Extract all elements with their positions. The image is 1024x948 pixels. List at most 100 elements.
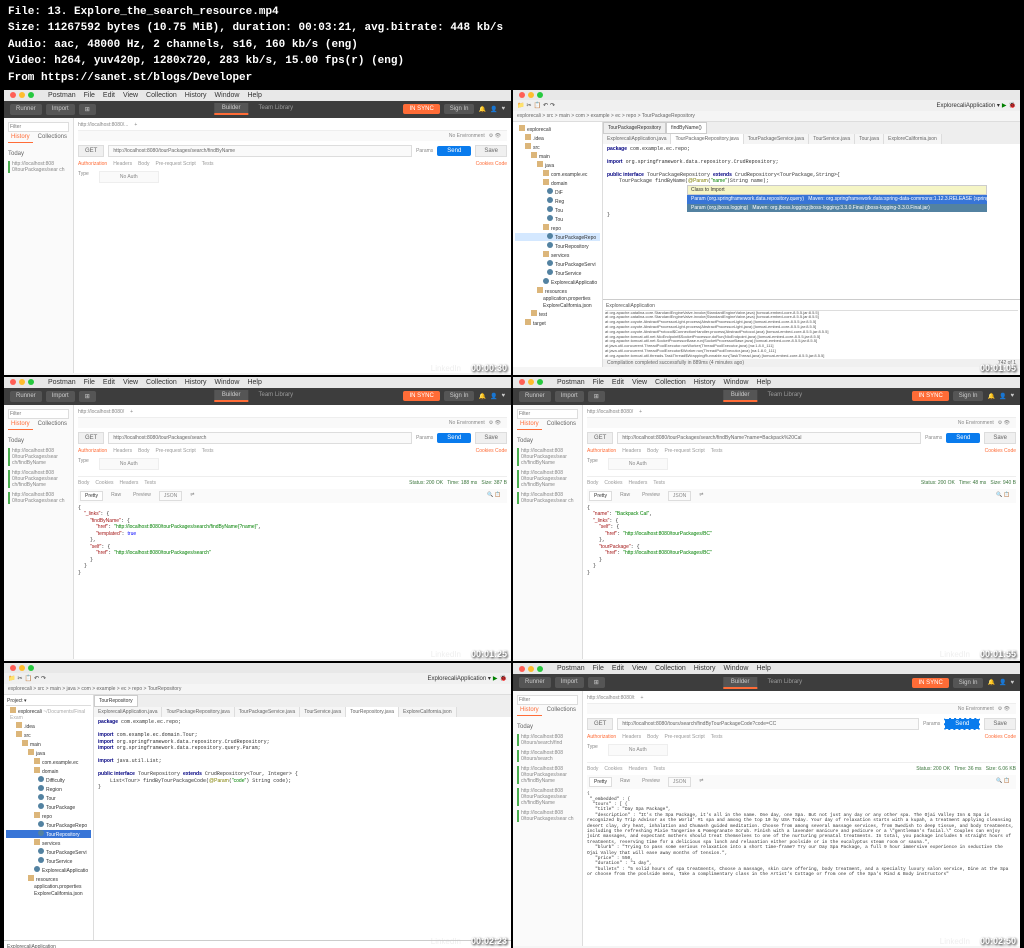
headers-tab[interactable]: Headers [113,161,132,167]
editor-tab[interactable]: TourService.java [300,707,346,717]
request-tab[interactable]: http://localhost:8080/ [78,409,124,415]
save-button[interactable]: Save [475,145,507,157]
project-tree[interactable]: Project ▾ explorecali ~/Documents/Final … [4,695,94,940]
history-item[interactable]: http://localhost:808 0/tourPackages/sear… [8,470,69,488]
url-input[interactable]: http://localhost:8080/tourPackages/searc… [108,432,412,444]
filter-input[interactable] [517,695,578,705]
history-item[interactable]: http://localhost:808 0/tourPackages/sear… [517,810,578,822]
import-button[interactable]: Import [555,391,584,402]
raw-button[interactable]: Raw [107,491,125,501]
sign-in-button[interactable]: Sign In [444,104,475,114]
editor-tab[interactable]: TourPackageService.java [744,134,809,144]
save-button[interactable]: Save [475,432,507,444]
history-item[interactable]: http://localhost:808 0/tourPackages/sear… [517,766,578,784]
auth-type-select[interactable]: No Auth [99,458,159,470]
method-select[interactable]: GET [78,145,104,157]
history-tab[interactable]: History [8,419,33,430]
filter-input[interactable] [517,409,578,419]
runner-button[interactable]: Runner [519,391,551,402]
project-tree[interactable]: explorecali .idea src main java com.exam… [513,122,603,367]
editor-tab[interactable]: ExploreCalifornia.json [884,134,942,144]
history-item[interactable]: http://localhost:808 0/tourPackages/sear… [517,470,578,488]
editor-tab[interactable]: TourService.java [809,134,855,144]
builder-tab[interactable]: Builder [214,390,249,402]
resp-body-tab[interactable]: Body [78,480,89,486]
history-tab[interactable]: History [8,132,33,143]
collections-tab[interactable]: Collections [35,419,70,430]
history-item[interactable]: http://localhost:808 0/tourPackages/sear… [517,448,578,466]
sign-in-button[interactable]: Sign In [953,391,984,401]
builder-tab[interactable]: Builder [214,103,249,115]
env-select[interactable]: No Environment [449,420,485,426]
filter-input[interactable] [8,122,69,132]
editor-tab[interactable]: TourRepository.java [346,707,399,717]
tests-tab[interactable]: Tests [202,161,214,167]
editor-tab[interactable]: TourPackageRepository.java [162,707,234,717]
menubar[interactable] [513,90,1020,100]
editor-tab[interactable]: TourPackageRepository.java [671,134,743,144]
collections-tab[interactable]: Collections [35,132,70,143]
history-item[interactable]: http://localhost:808 0/tourPackages/sear… [8,448,69,466]
editor-tab[interactable]: TourPackageService.java [235,707,300,717]
bell-icon[interactable]: 🔔 [478,106,485,113]
import-option[interactable]: Param (org.springframework.data.reposito… [687,195,987,204]
breadcrumb[interactable]: explorecali > src > main > java > com > … [4,684,511,695]
url-input[interactable]: http://localhost:8080/tours/search/findB… [617,718,919,730]
method-select[interactable]: GET [78,432,104,444]
menubar[interactable]: PostmanFileEditViewCollectionHistoryWind… [4,90,511,101]
sign-in-button[interactable]: Sign In [444,391,475,401]
import-button[interactable]: Import [555,677,584,688]
history-item[interactable]: http://localhost:808 0/tours/search [517,750,578,762]
import-option[interactable]: Param (org.jboss.logging) Maven: org.jbo… [687,204,987,213]
import-button[interactable]: Import [46,104,75,115]
team-library-tab[interactable]: Team Library [251,103,302,115]
prereq-tab[interactable]: Pre-request Script [156,161,196,167]
request-tab[interactable]: http://localhost:8080/t [587,695,635,701]
response-body[interactable]: { "_links": { "findByName": { "href": "h… [78,505,507,577]
history-item[interactable]: http://localhost:808 0/tourPackages/sear… [8,492,69,504]
params-button[interactable]: Params [416,435,433,441]
history-item[interactable]: http://localhost:808 0/tourPackages/sear… [517,492,578,504]
sign-in-button[interactable]: Sign In [953,678,984,688]
request-tab[interactable]: http://localhost:8080/ [587,409,633,415]
run-console[interactable]: ExplorecaliApplication at org.apache.cat… [603,299,1020,359]
ide-toolbar[interactable]: 📁✂📋↶↷ExplorecaliApplication ▾▶🐞 [513,100,1020,111]
breadcrumb[interactable]: explorecali > src > main > com > example… [513,111,1020,122]
send-button[interactable]: Send [437,146,471,156]
url-input[interactable]: http://localhost:8080/tourPackages/searc… [617,432,921,444]
runner-button[interactable]: Runner [519,677,551,688]
env-select[interactable]: No Environment [449,133,485,139]
editor-tab[interactable]: Tour.java [855,134,884,144]
response-body[interactable]: { "_embedded" : { "tours" : [ { "title" … [587,791,1016,877]
send-button[interactable]: Send [944,718,980,730]
method-select[interactable]: GET [587,718,613,730]
request-tab[interactable]: http://localhost:8080/... [78,122,128,128]
send-button[interactable]: Send [946,433,980,443]
url-input[interactable]: http://localhost:8080/tourPackages/searc… [108,145,412,157]
params-button[interactable]: Params [416,148,433,154]
preview-button[interactable]: Preview [129,491,155,501]
code-editor[interactable]: package com.example.ec.repo; import org.… [603,144,1020,299]
auth-tab[interactable]: Authorization [78,161,107,167]
save-button[interactable]: Save [984,432,1016,444]
history-item[interactable]: http://localhost:808 0/tourPackages/sear… [8,161,69,173]
new-tab-icon[interactable]: ⊞ [79,104,96,115]
send-button[interactable]: Send [437,433,471,443]
body-tab[interactable]: Body [138,161,149,167]
history-item[interactable]: http://localhost:808 0/tours/search/find [517,734,578,746]
history-item[interactable]: http://localhost:808 0/tourPackages/sear… [517,788,578,806]
runner-button[interactable]: Runner [10,391,42,402]
save-button[interactable]: Save [984,718,1016,730]
import-button[interactable]: Import [46,391,75,402]
filter-input[interactable] [8,409,69,419]
runner-button[interactable]: Runner [10,104,42,115]
editor-tab[interactable]: ExplorecaliApplication.java [94,707,162,717]
pretty-button[interactable]: Pretty [80,491,103,501]
editor-tab[interactable]: ExplorecaliApplication.java [603,134,671,144]
method-select[interactable]: GET [587,432,613,444]
heart-icon[interactable]: ♥ [501,106,505,112]
code-editor[interactable]: package com.example.ec.repo; import com.… [94,717,511,940]
team-library-tab[interactable]: Team Library [251,390,302,402]
json-select[interactable]: JSON [159,491,182,501]
editor-tab[interactable]: ExploreCalifornia.json [399,707,457,717]
